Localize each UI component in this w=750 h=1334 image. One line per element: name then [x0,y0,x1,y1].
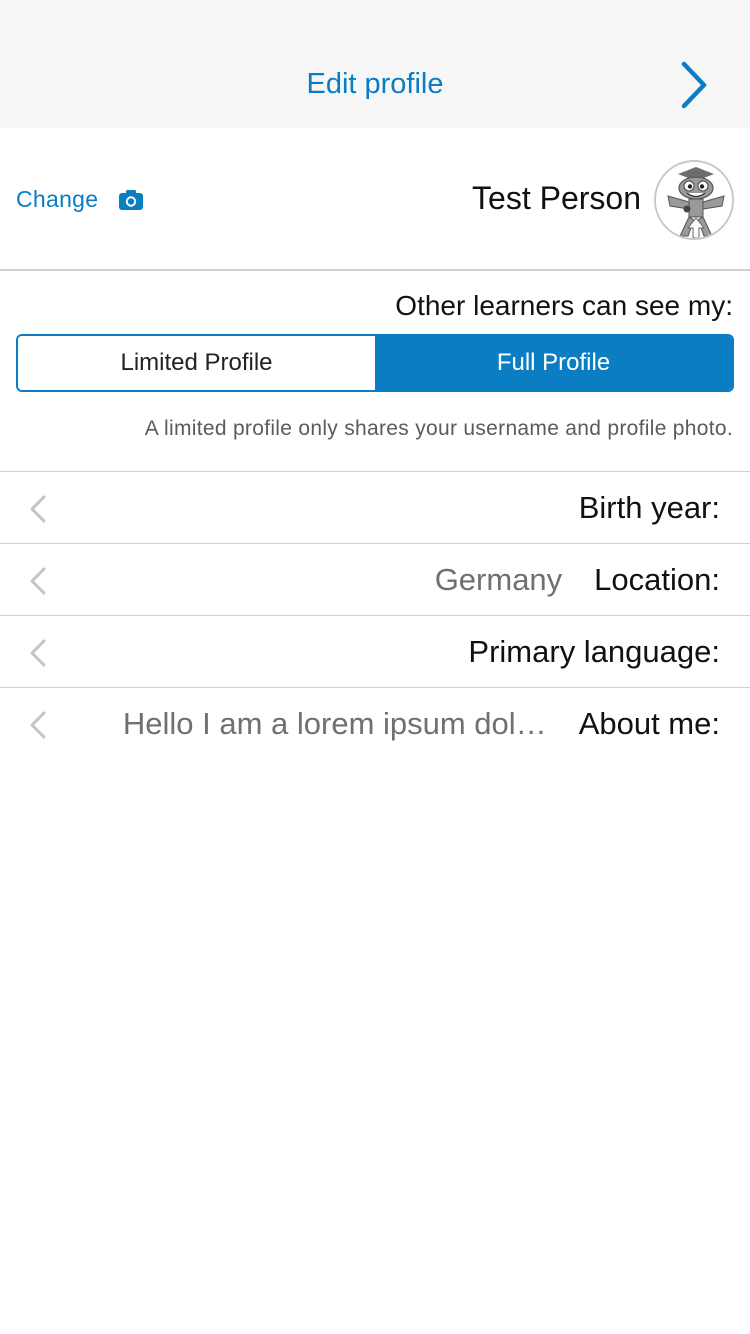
change-photo-label: Change [16,186,99,212]
field-row-birth-year[interactable]: Birth year: [0,472,750,544]
field-label: About me: [578,706,720,741]
page-title: Edit profile [306,68,444,100]
mascot-avatar-icon [656,162,732,238]
profile-visibility-segmented-control: Limited Profile Full Profile [16,334,734,392]
field-label: Birth year: [578,490,720,525]
visibility-label: Other learners can see my: [395,290,733,321]
chevron-left-icon [30,495,46,523]
field-value: Hello I am a lorem ipsum dol… [122,706,547,741]
chevron-left-icon [30,567,46,595]
field-row-about-me[interactable]: Hello I am a lorem ipsum dol… About me: [0,688,750,760]
field-value: Germany [434,562,563,597]
profile-photo-row: Change Test Person [0,128,750,271]
nav-bar: Edit profile [0,0,750,128]
field-row-location[interactable]: Germany Location: [0,544,750,616]
field-label: Primary language: [468,634,720,669]
avatar[interactable] [654,160,734,240]
full-profile-option[interactable]: Full Profile [375,336,732,390]
field-label: Location: [594,562,720,597]
camera-icon [119,189,144,210]
profile-name: Test Person [472,180,641,216]
limited-profile-option[interactable]: Limited Profile [18,336,375,390]
chevron-left-icon [30,639,46,667]
chevron-right-icon[interactable] [674,60,714,110]
change-photo-button[interactable]: Change [16,186,144,213]
chevron-left-icon [30,711,46,739]
field-row-primary-language[interactable]: Primary language: [0,616,750,688]
visibility-help-text: A limited profile only shares your usern… [144,417,733,440]
profile-fields-list: Birth year: Germany Location: Primary la… [0,471,750,760]
